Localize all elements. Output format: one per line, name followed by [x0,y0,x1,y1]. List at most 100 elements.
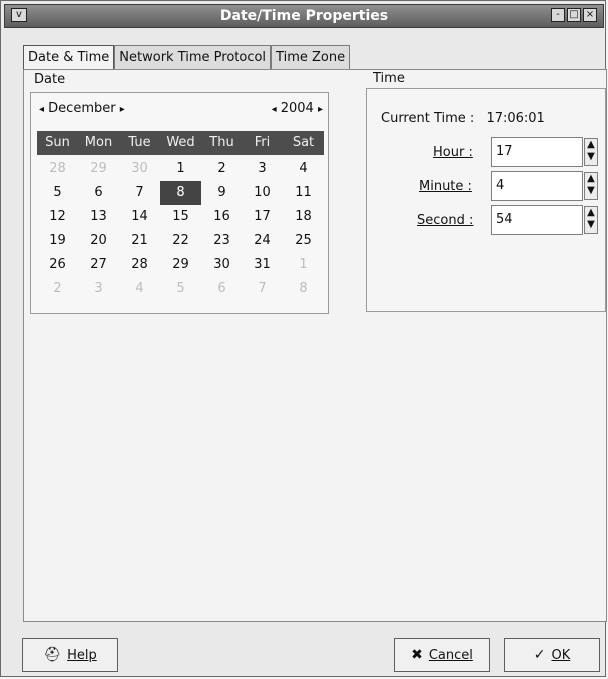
tab-date-time[interactable]: Date & Time [23,45,115,69]
next-month-icon[interactable]: ▸ [120,104,125,115]
previous-year-icon[interactable]: ◂ [272,104,277,115]
calendar-day[interactable]: 15 [160,205,201,229]
calendar-day[interactable]: 8 [160,181,201,205]
calendar-day[interactable]: 2 [37,277,78,301]
minimize-button[interactable]: - [551,8,565,22]
weekday-mon: Mon [84,135,113,150]
calendar-day[interactable]: 13 [78,205,119,229]
weekday-sat: Sat [292,135,315,150]
weekday-fri: Fri [254,135,271,150]
second-value: 54 [496,212,513,227]
calendar-grid: 28 29 30 1 2 3 4 5 6 7 8 9 10 11 12 13 14 15 16 17 18 19 20 21 2… [37,157,324,307]
ok-button-label: OK [551,647,571,663]
calendar-day[interactable]: 30 [119,157,160,181]
calendar-day[interactable]: 4 [119,277,160,301]
date-group-label: Date [34,72,66,87]
second-label: Second : [417,213,474,228]
second-spinner[interactable]: ▲ ▼ [584,206,598,234]
hour-label: Hour : [433,145,473,160]
calendar-day[interactable]: 2 [201,157,242,181]
current-time-value: 17:06:01 [486,111,545,126]
title-bar: v Date/Time Properties - □ × [4,4,604,28]
calendar-day[interactable]: 25 [283,229,324,253]
calendar-day[interactable]: 24 [242,229,283,253]
calendar-day[interactable]: 6 [78,181,119,205]
weekday-wed: Wed [166,135,195,150]
calendar-day[interactable]: 4 [283,157,324,181]
date-time-tab-panel: Date ◂ December ▸ ◂ 2004 ▸ Sun Mon Tue W… [23,69,607,622]
hour-spinner[interactable]: ▲ ▼ [584,138,598,166]
calendar-day[interactable]: 22 [160,229,201,253]
help-button[interactable]: ⛑ Help [22,638,118,672]
hour-input[interactable]: 17 ▲ ▼ [491,137,598,167]
tab-network-time-protocol[interactable]: Network Time Protocol [114,45,272,69]
ok-icon: ✓ [533,647,546,663]
tab-time-zone[interactable]: Time Zone [271,45,351,69]
window-title: Date/Time Properties [219,8,389,24]
ok-button[interactable]: ✓ OK [504,638,600,672]
minute-value: 4 [496,178,505,193]
calendar-day[interactable]: 3 [242,157,283,181]
calendar-day[interactable]: 28 [119,253,160,277]
calendar-day[interactable]: 11 [283,181,324,205]
calendar-day[interactable]: 10 [242,181,283,205]
calendar-day[interactable]: 6 [201,277,242,301]
minute-label: Minute : [419,179,472,194]
next-year-icon[interactable]: ▸ [318,104,323,115]
minute-spinner[interactable]: ▲ ▼ [584,172,598,200]
cancel-icon: ✖ [411,647,423,663]
calendar-day[interactable]: 16 [201,205,242,229]
calendar-day[interactable]: 21 [119,229,160,253]
dialog-button-bar: ⛑ Help ✖ Cancel ✓ OK [1,627,607,677]
time-group-label: Time [373,71,405,86]
calendar-day[interactable]: 7 [242,277,283,301]
calendar-day[interactable]: 5 [37,181,78,205]
calendar-day[interactable]: 1 [160,157,201,181]
date-time-properties-window: v Date/Time Properties - □ × Date & Time… [0,0,607,677]
weekday-thu: Thu [209,135,234,150]
tab-date-time-label: Date & Time [28,50,110,65]
calendar-day[interactable]: 1 [283,253,324,277]
close-icon: × [585,9,595,20]
tab-time-zone-label: Time Zone [276,50,346,65]
calendar-day[interactable]: 28 [37,157,78,181]
calendar-day[interactable]: 17 [242,205,283,229]
weekday-tue: Tue [128,135,151,150]
calendar-day[interactable]: 12 [37,205,78,229]
calendar-day[interactable]: 31 [242,253,283,277]
tab-bar: Date & Time Network Time Protocol Time Z… [23,45,351,69]
calendar-day[interactable]: 19 [37,229,78,253]
calendar-day[interactable]: 7 [119,181,160,205]
current-time-label: Current Time : [381,111,475,126]
calendar-day[interactable]: 30 [201,253,242,277]
calendar-day[interactable]: 18 [283,205,324,229]
calendar-day[interactable]: 23 [201,229,242,253]
calendar-day[interactable]: 27 [78,253,119,277]
calendar-day[interactable]: 8 [283,277,324,301]
calendar-day[interactable]: 29 [78,157,119,181]
maximize-icon: □ [569,9,579,20]
current-time-row: Current Time : 17:06:01 [381,111,545,126]
calendar-day[interactable]: 20 [78,229,119,253]
minute-input[interactable]: 4 ▲ ▼ [491,171,598,201]
time-panel: Time Current Time : 17:06:01 Hour : 17 ▲… [366,71,606,312]
cancel-button[interactable]: ✖ Cancel [394,638,490,672]
help-button-label: Help [67,647,97,663]
calendar-navigation: ◂ December ▸ ◂ 2004 ▸ [39,101,323,121]
calendar-day[interactable]: 26 [37,253,78,277]
second-input[interactable]: 54 ▲ ▼ [491,205,598,235]
calendar-day[interactable]: 14 [119,205,160,229]
month-navigation: ◂ December ▸ [39,101,125,116]
calendar-weekday-header: Sun Mon Tue Wed Thu Fri Sat [37,131,324,155]
maximize-button[interactable]: □ [567,8,581,22]
tab-network-time-protocol-label: Network Time Protocol [119,50,267,65]
hour-value: 17 [496,144,513,159]
year-navigation: ◂ 2004 ▸ [272,101,323,116]
help-icon: ⛑ [43,647,62,663]
calendar-day[interactable]: 29 [160,253,201,277]
calendar-day[interactable]: 3 [78,277,119,301]
close-button[interactable]: × [583,8,597,22]
calendar-day[interactable]: 9 [201,181,242,205]
previous-month-icon[interactable]: ◂ [39,104,44,115]
calendar-day[interactable]: 5 [160,277,201,301]
